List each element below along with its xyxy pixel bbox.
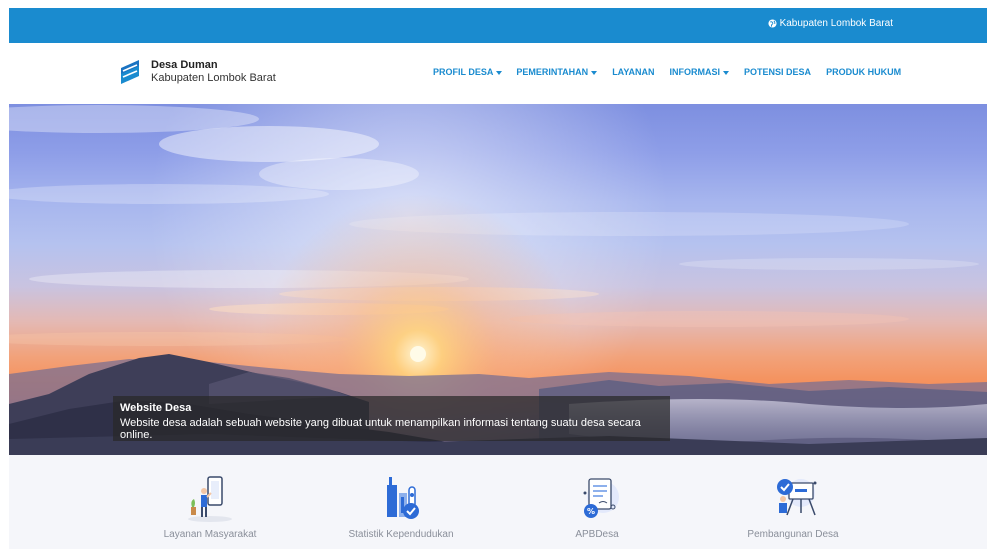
flag-logo-icon	[121, 60, 139, 84]
region-link-label: Kabupaten Lombok Barat	[779, 18, 893, 29]
service-label: Layanan Masyarakat	[163, 529, 257, 540]
brand[interactable]: Desa Duman Kabupaten Lombok Barat	[119, 58, 276, 86]
nav-label: PEMERINTAHAN	[516, 67, 589, 77]
nav-item-potensi-desa[interactable]: POTENSI DESA	[744, 67, 811, 77]
brand-subtitle: Kabupaten Lombok Barat	[151, 72, 276, 84]
service-label: Statistik Kependudukan	[348, 529, 454, 540]
site-header: Desa Duman Kabupaten Lombok Barat PROFIL…	[9, 43, 987, 104]
nav-item-produk-hukum[interactable]: PRODUK HUKUM	[826, 67, 901, 77]
service-statistik-kependudukan[interactable]: Statistik Kependudukan	[331, 473, 471, 540]
svg-text:%: %	[587, 507, 595, 516]
service-label: Pembangunan Desa	[747, 529, 839, 540]
services-section: Layanan Masyarakat Statistik Kependuduka…	[9, 455, 987, 549]
statistics-icon	[387, 477, 419, 519]
globe-icon	[768, 19, 777, 28]
main-nav: PROFIL DESA PEMERINTAHAN LAYANAN INFORMA…	[433, 67, 901, 77]
caret-down-icon	[723, 70, 730, 75]
nav-label: INFORMASI	[669, 67, 721, 77]
hero-caption-text: Website desa adalah sebuah website yang …	[120, 417, 641, 441]
hero-caption: Website Desa Website desa adalah sebuah …	[113, 396, 670, 441]
service-layanan-masyarakat[interactable]: Layanan Masyarakat	[140, 473, 280, 540]
service-desk-icon	[188, 476, 232, 522]
nav-label: PRODUK HUKUM	[826, 67, 902, 77]
budget-document-icon: %	[583, 478, 619, 518]
brand-title: Desa Duman	[151, 59, 218, 71]
hero-caption-title: Website Desa	[120, 402, 192, 414]
service-label: APBDesa	[575, 529, 619, 540]
service-apbdesa[interactable]: % APBDesa	[527, 473, 667, 540]
nav-item-profil-desa[interactable]: PROFIL DESA	[433, 67, 503, 77]
top-bar: Kabupaten Lombok Barat	[9, 8, 987, 43]
nav-label: PROFIL DESA	[433, 67, 494, 77]
hero-banner: Website Desa Website desa adalah sebuah …	[9, 104, 987, 455]
caret-down-icon	[496, 70, 503, 75]
nav-label: POTENSI DESA	[744, 67, 812, 77]
caret-down-icon	[591, 70, 598, 75]
region-link[interactable]: Kabupaten Lombok Barat	[768, 18, 893, 29]
nav-label: LAYANAN	[612, 67, 655, 77]
service-pembangunan-desa[interactable]: Pembangunan Desa	[723, 473, 863, 540]
development-board-icon	[777, 479, 817, 516]
nav-item-pemerintahan[interactable]: PEMERINTAHAN	[516, 67, 598, 77]
nav-item-informasi[interactable]: INFORMASI	[670, 67, 730, 77]
nav-item-layanan[interactable]: LAYANAN	[612, 67, 654, 77]
